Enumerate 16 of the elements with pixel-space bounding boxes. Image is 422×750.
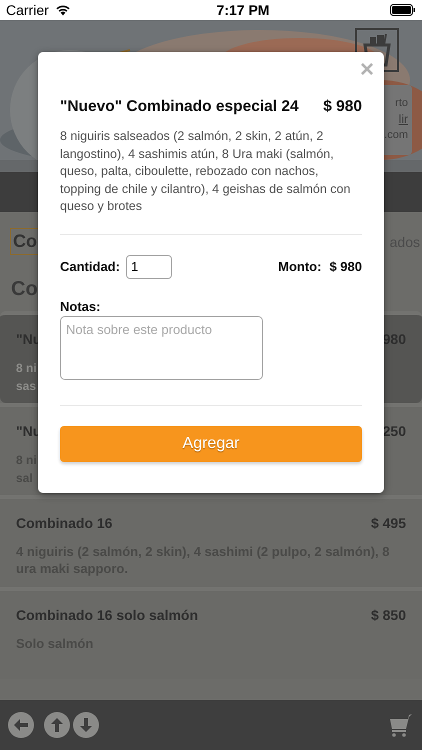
clock-time: 7:17 PM [216,2,270,18]
product-name: Combinado 16 [16,515,112,531]
amount-value: $ 980 [329,259,362,274]
amount-label: Monto: [278,259,322,274]
dialog-price: $ 980 [323,98,362,116]
dialog-title: "Nuevo" Combinado especial 24 [60,98,299,116]
info-text: .com [384,128,408,143]
notes-label: Notas: [60,298,102,314]
product-name: Combinado 16 solo salmón [16,607,198,623]
product-price: 250 [382,423,406,439]
dialog-description: 8 niguiris salseados (2 salmón, 2 skin, 2 atún, 2 langostino), 4 sashimis atún, 8 Ura maki (salmón, queso, palta, ciboulette, rebozado con nachos, topping de chile y cilantro), 4 geishas de salmón con queso y brotes [60,128,352,215]
product-price: $ 850 [370,607,406,623]
product-price: $ 495 [370,515,406,531]
carrier-label: Carrier [6,2,49,18]
quantity-label: Cantidad: [60,259,120,274]
info-text: rto [395,96,408,111]
